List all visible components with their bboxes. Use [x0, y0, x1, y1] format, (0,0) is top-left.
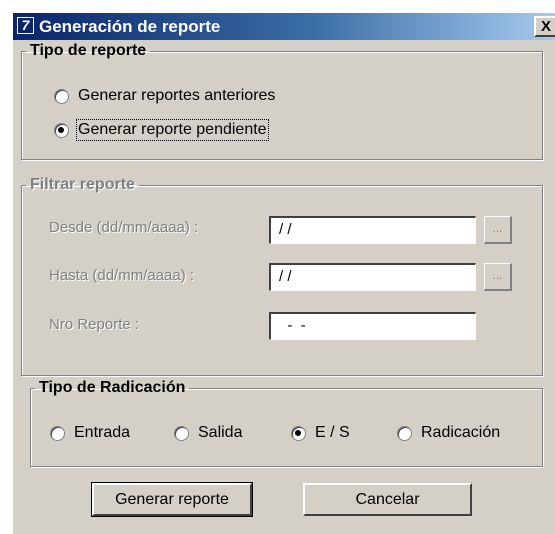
radio-entrada[interactable]: Entrada	[50, 424, 130, 442]
app-icon: 7	[17, 17, 34, 34]
from-date-picker-button[interactable]: ...	[484, 216, 512, 244]
cancel-button[interactable]: Cancelar	[303, 483, 472, 516]
report-number-label: Nro Reporte :	[49, 316, 140, 333]
to-date-picker-button[interactable]: ...	[484, 263, 512, 291]
report-type-legend: Tipo de reporte	[30, 42, 147, 59]
radio-salida[interactable]: Salida	[174, 424, 242, 442]
close-button[interactable]: X	[534, 16, 555, 37]
radio-e-s[interactable]: E / S	[291, 424, 350, 442]
radio-entrada-dot[interactable]	[50, 425, 65, 441]
generate-report-button[interactable]: Generar reporte	[91, 482, 253, 517]
filter-legend: Filtrar reporte	[30, 176, 135, 193]
filing-type-legend: Tipo de Radicación	[39, 379, 186, 396]
to-date-label: Hasta (dd/mm/aaaa) :	[49, 267, 195, 284]
radio-radicacion[interactable]: Radicación	[397, 424, 500, 442]
radio-pending-report-label: Generar reporte pendiente	[76, 119, 269, 141]
radio-salida-label: Salida	[198, 424, 243, 441]
radio-radicacion-dot[interactable]	[397, 425, 412, 441]
filing-type-group: Tipo de Radicación	[30, 379, 543, 467]
radio-pending-report-dot[interactable]	[54, 122, 69, 138]
radio-salida-dot[interactable]	[174, 425, 189, 441]
radio-previous-reports[interactable]: Generar reportes anteriores	[54, 87, 275, 105]
radio-previous-reports-dot[interactable]	[54, 88, 69, 104]
report-dialog: 7 Generación de reporte X Tipo de report…	[13, 13, 555, 534]
radio-previous-reports-label: Generar reportes anteriores	[78, 87, 276, 104]
window-title: Generación de reporte	[39, 17, 221, 36]
report-number-input[interactable]: - -	[269, 312, 476, 340]
radio-pending-report[interactable]: Generar reporte pendiente	[54, 119, 269, 141]
from-date-label: Desde (dd/mm/aaaa) :	[49, 219, 199, 236]
radio-radicacion-label: Radicación	[421, 424, 501, 441]
to-date-input[interactable]: / /	[269, 263, 476, 291]
title-bar[interactable]: 7 Generación de reporte X	[13, 13, 555, 40]
radio-e-s-dot[interactable]	[291, 425, 306, 441]
from-date-input[interactable]: / /	[269, 216, 476, 244]
radio-e-s-label: E / S	[315, 424, 350, 441]
radio-entrada-label: Entrada	[74, 424, 131, 441]
